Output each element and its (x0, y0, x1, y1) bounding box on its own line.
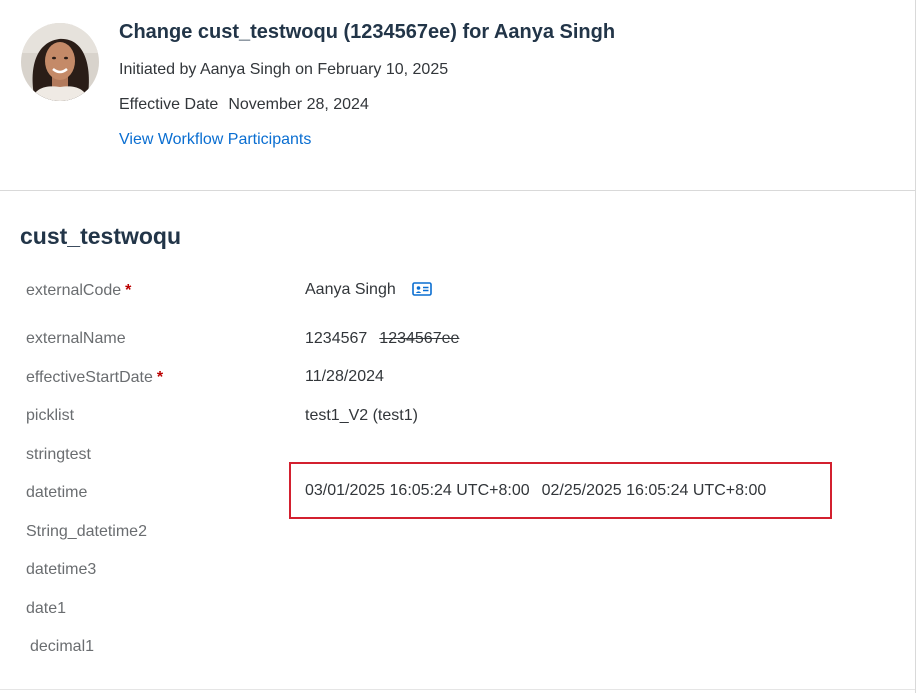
field-label-picklist: picklist (26, 407, 74, 425)
field-value-externalcode: Aanya Singh (305, 281, 432, 302)
new-value: 03/01/2025 16:05:24 UTC+8:00 (305, 482, 530, 499)
new-value: 1234567 (305, 330, 368, 347)
field-label-externalcode: externalCode * (26, 282, 131, 300)
field-label-stringtest: stringtest (26, 446, 91, 464)
externalcode-value: Aanya Singh (305, 281, 396, 298)
field-label-text: decimal1 (30, 638, 95, 655)
field-value-effectivestartdate: 11/28/2024 (305, 368, 384, 385)
panel-right-border (915, 0, 916, 693)
field-value-externalname: 1234567 1234567ee (305, 330, 459, 348)
field-label-text: datetime3 (26, 561, 97, 578)
page-title: Change cust_testwoqu (1234567ee) for Aan… (119, 21, 616, 43)
required-marker: * (156, 369, 164, 386)
section-divider (0, 689, 915, 690)
person-photo-icon (21, 23, 99, 101)
field-label-datetime: datetime (26, 484, 87, 502)
field-label-text: externalName (26, 330, 126, 347)
field-label-text: stringtest (26, 446, 91, 463)
field-value-picklist: test1_V2 (test1) (305, 407, 418, 424)
field-label-datetime3: datetime3 (26, 561, 96, 579)
effective-date-value: November 28, 2024 (228, 96, 369, 113)
old-value: 02/25/2025 16:05:24 UTC+8:00 (541, 482, 767, 499)
initiated-by-text: Initiated by Aanya Singh on February 10,… (119, 61, 449, 78)
workflow-header: Change cust_testwoqu (1234567ee) for Aan… (0, 0, 915, 191)
field-label-text: picklist (26, 407, 75, 424)
field-label-externalname: externalName (26, 330, 126, 348)
view-workflow-participants-link[interactable]: View Workflow Participants (119, 131, 311, 149)
field-value-datetime: 03/01/2025 16:05:24 UTC+8:00 02/25/2025 1… (305, 482, 766, 500)
field-label-string-datetime2: String_datetime2 (26, 523, 147, 541)
required-marker: * (125, 282, 132, 299)
avatar (21, 23, 99, 101)
effective-date-row: Effective Date November 28, 2024 (119, 96, 369, 114)
field-label-text: date1 (26, 600, 67, 617)
business-card-icon[interactable] (411, 281, 432, 302)
old-value-strikethrough: 1234567ee (379, 330, 460, 347)
field-label-text: effectiveStartDate (26, 369, 153, 386)
effective-date-label: Effective Date (119, 96, 219, 113)
field-label-decimal1: decimal1 (30, 638, 94, 656)
field-label-text: String_datetime2 (26, 523, 147, 540)
section-title: cust_testwoqu (20, 223, 182, 249)
field-label-text: externalCode (26, 282, 122, 299)
field-label-date1: date1 (26, 600, 66, 618)
field-label-effectivestartdate: effectiveStartDate * (26, 369, 163, 387)
field-label-text: datetime (26, 484, 88, 501)
